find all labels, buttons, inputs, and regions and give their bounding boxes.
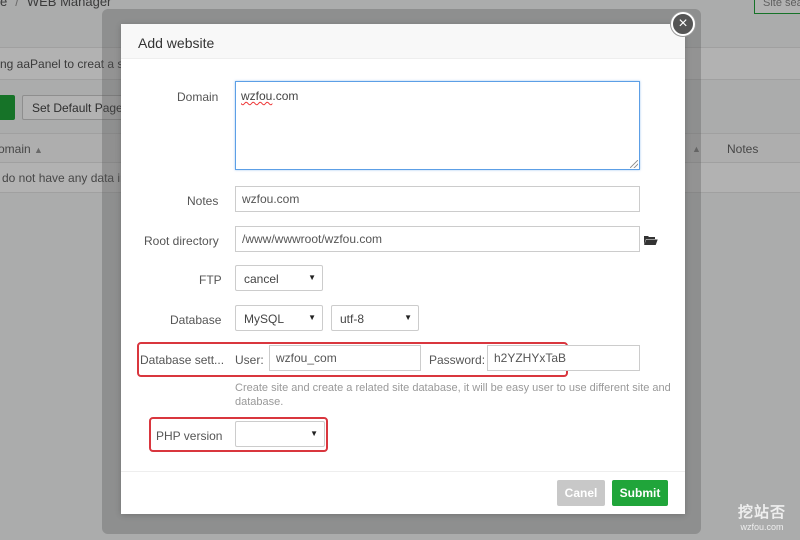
caret-down-icon: ▼	[310, 429, 318, 438]
database-label: Database	[170, 313, 222, 327]
domain-textarea[interactable]: wzfou.com	[235, 81, 640, 170]
database-type-value: MySQL	[244, 312, 285, 326]
cancel-button[interactable]: Canel	[557, 480, 605, 506]
domain-value-misspelled: wzfou	[241, 89, 273, 103]
watermark-main: 挖站否	[737, 504, 786, 521]
ftp-label: FTP	[199, 273, 222, 287]
domain-label: Domain	[177, 90, 219, 104]
resize-handle-icon[interactable]	[630, 160, 638, 168]
notes-label: Notes	[187, 194, 219, 208]
ftp-select[interactable]: cancel ▼	[235, 265, 323, 291]
watermark-logo: 挖站否 wzfou.com	[738, 501, 786, 532]
notes-input[interactable]: wzfou.com	[235, 186, 640, 212]
database-settings-label: Database sett...	[140, 353, 225, 367]
watermark-sub: wzfou.com	[740, 522, 784, 532]
dialog-title: Add website	[138, 35, 215, 51]
caret-down-icon: ▼	[404, 313, 412, 322]
caret-down-icon: ▼	[308, 313, 316, 322]
db-user-label: User:	[235, 353, 264, 367]
root-directory-input[interactable]: /www/wwwroot/wzfou.com	[235, 226, 640, 252]
add-website-dialog: Add website Domain wzfou.com Notes wzfou…	[121, 24, 685, 514]
folder-open-icon[interactable]	[644, 235, 658, 245]
db-user-input[interactable]: wzfou_com	[269, 345, 421, 371]
php-version-select[interactable]: ▼	[235, 421, 325, 447]
database-help-text: Create site and create a related site da…	[235, 382, 671, 408]
footer-divider	[121, 471, 685, 472]
database-type-select[interactable]: MySQL ▼	[235, 305, 323, 331]
submit-button[interactable]: Submit	[612, 480, 668, 506]
dialog-header: Add website	[121, 24, 685, 59]
ftp-select-value: cancel	[244, 272, 279, 286]
root-directory-label: Root directory	[144, 234, 219, 248]
database-charset-select[interactable]: utf-8 ▼	[331, 305, 419, 331]
database-charset-value: utf-8	[340, 312, 365, 326]
db-password-input[interactable]: h2YZHYxTaB	[487, 345, 640, 371]
domain-value-rest: .com	[272, 89, 299, 103]
caret-down-icon: ▼	[308, 273, 316, 282]
php-version-label: PHP version	[156, 429, 223, 443]
close-dialog-button[interactable]: ×	[671, 12, 695, 36]
db-password-label: Password:	[429, 353, 486, 367]
